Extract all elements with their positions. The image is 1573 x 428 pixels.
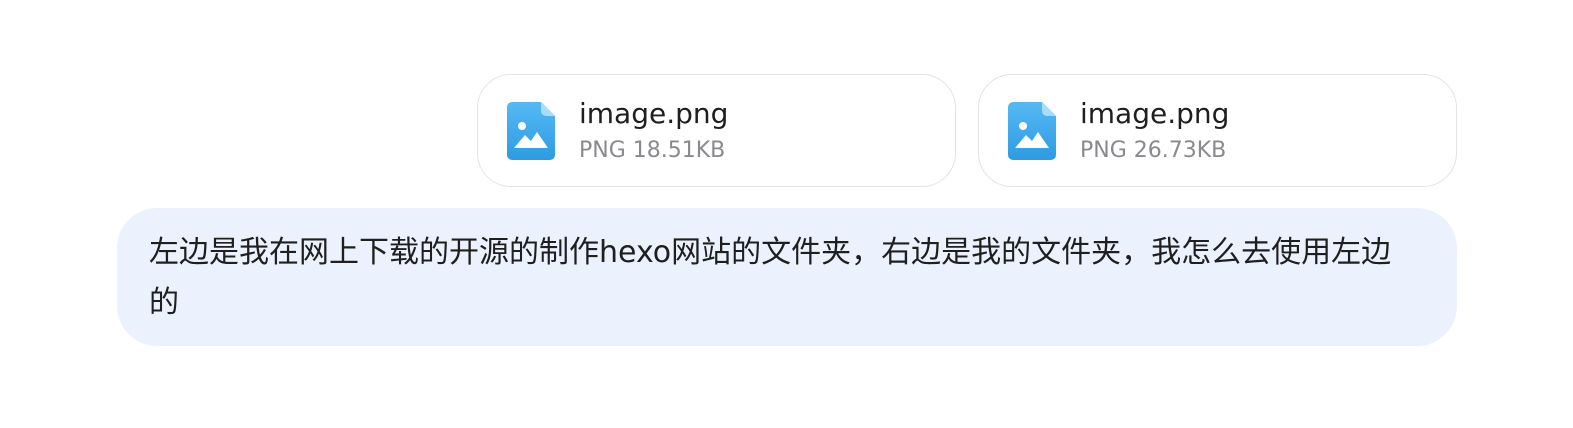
attachment-filename: image.png [1080, 96, 1230, 130]
image-file-icon [507, 101, 555, 160]
user-message-bubble: 左边是我在网上下载的开源的制作hexo网站的文件夹，右边是我的文件夹，我怎么去使… [117, 208, 1457, 346]
attachment-list: image.png PNG 18.51KB image.png PNG 26.7… [477, 74, 1457, 187]
attachment-card[interactable]: image.png PNG 18.51KB [477, 74, 956, 187]
attachment-meta: PNG 26.73KB [1080, 137, 1227, 163]
image-file-icon [1008, 101, 1056, 160]
user-message-text: 左边是我在网上下载的开源的制作hexo网站的文件夹，右边是我的文件夹，我怎么去使… [149, 235, 1392, 320]
attachment-info: image.png PNG 26.73KB [1080, 96, 1229, 166]
attachment-card[interactable]: image.png PNG 26.73KB [978, 74, 1457, 187]
attachment-filename: image.png [579, 96, 729, 130]
attachment-meta: PNG 18.51KB [579, 137, 726, 163]
attachment-info: image.png PNG 18.51KB [579, 96, 728, 166]
